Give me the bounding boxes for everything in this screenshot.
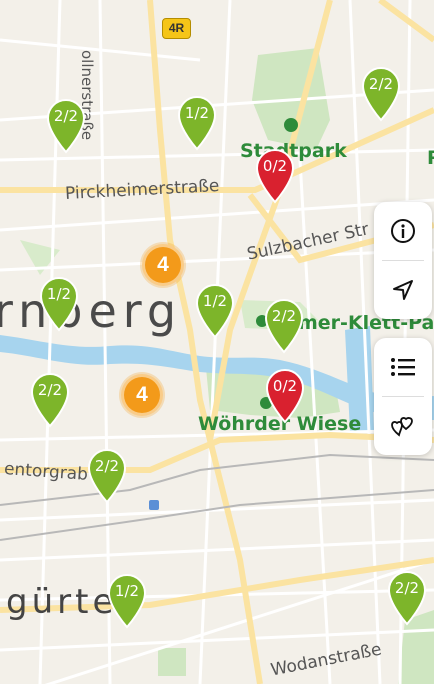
charger-pin[interactable]: 2/2: [85, 448, 129, 504]
charger-cluster[interactable]: 4: [142, 244, 184, 286]
list-icon: [391, 358, 415, 376]
park-label-edge: P: [427, 147, 434, 169]
charger-pin[interactable]: 2/2: [44, 98, 88, 154]
charger-pin[interactable]: 2/2: [385, 570, 429, 626]
charger-pin[interactable]: 0/2: [263, 368, 307, 424]
charger-pin[interactable]: 2/2: [359, 66, 403, 122]
charger-pin[interactable]: 1/2: [193, 283, 237, 339]
charger-pin[interactable]: 1/2: [175, 95, 219, 151]
favorites-button[interactable]: [374, 397, 432, 455]
map-controls-bottom: [374, 338, 432, 455]
charger-pin[interactable]: 2/2: [28, 372, 72, 428]
road-number-badge: 4R: [162, 18, 191, 39]
charger-pin[interactable]: 1/2: [37, 276, 81, 332]
map-view[interactable]: ollnerstraße Pirckheimerstraße Sulzbache…: [0, 0, 434, 684]
list-button[interactable]: [374, 338, 432, 396]
charger-pin[interactable]: 2/2: [262, 298, 306, 354]
info-button[interactable]: [374, 202, 432, 260]
info-icon: [391, 219, 415, 243]
charger-cluster[interactable]: 4: [121, 374, 163, 416]
park-icon: [284, 118, 298, 132]
map-controls-top: [374, 202, 432, 319]
charger-pin[interactable]: 1/2: [105, 573, 149, 629]
hearts-icon: [391, 417, 413, 437]
charger-pin[interactable]: 0/2: [253, 148, 297, 204]
city-label: rnberg: [0, 284, 183, 338]
locate-button[interactable]: [374, 261, 432, 319]
location-arrow-icon: [393, 280, 413, 300]
